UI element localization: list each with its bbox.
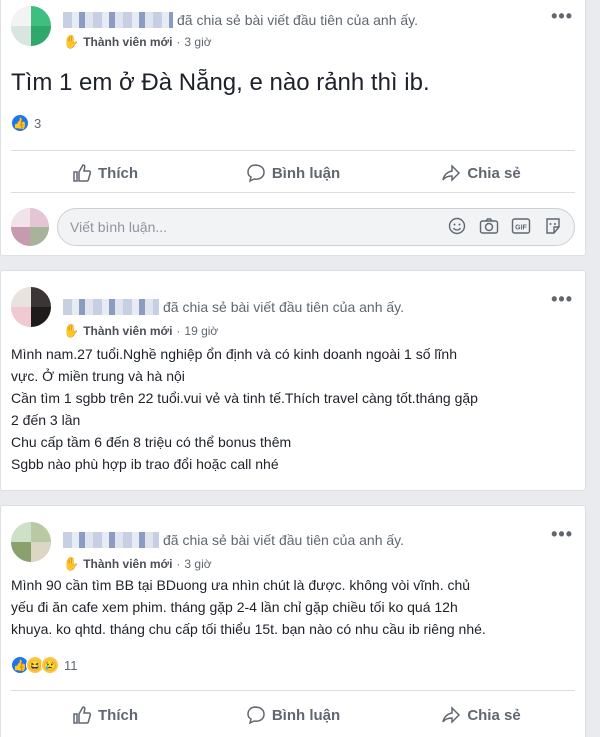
- avatar[interactable]: [11, 208, 49, 246]
- post-text-line: 2 đến 3 lần: [11, 412, 81, 428]
- meta-line: ✋ Thành viên mới · 19 giờ: [63, 323, 218, 339]
- like-label: Thích: [98, 164, 138, 182]
- shared-text: đã chia sẻ bài viết đầu tiên của anh ấy.: [177, 12, 419, 28]
- like-icon: [73, 164, 92, 182]
- meta-line: ✋ Thành viên mới · 3 giờ: [63, 34, 212, 50]
- hand-wave-icon: ✋: [63, 323, 80, 338]
- svg-text:GIF: GIF: [515, 225, 527, 232]
- gif-icon[interactable]: GIF: [511, 216, 531, 236]
- more-icon[interactable]: •••: [551, 289, 573, 310]
- post-text-line: Mình nam.27 tuổi.Nghề nghiệp ổn định và …: [11, 346, 457, 362]
- more-icon[interactable]: •••: [551, 524, 573, 545]
- comment-icon: [247, 164, 265, 183]
- share-button[interactable]: Chia sẻ: [387, 156, 575, 190]
- author-line: đã chia sẻ bài viết đầu tiên của anh ấy.: [63, 299, 404, 315]
- sticker-icon[interactable]: [543, 216, 563, 236]
- post-card-1: đã chia sẻ bài viết đầu tiên của anh ấy.…: [0, 0, 586, 256]
- action-bar: Thích Bình luận Chia sẻ: [11, 156, 575, 190]
- post-header: đã chia sẻ bài viết đầu tiên của anh ấy.…: [11, 516, 575, 571]
- comment-label: Bình luận: [271, 164, 341, 182]
- post-text-line: Cần tìm 1 sgbb trên 22 tuổi.vui vẻ và ti…: [11, 390, 478, 406]
- reaction-count: 3: [34, 115, 42, 131]
- post-card-2: đã chia sẻ bài viết đầu tiên của anh ấy.…: [0, 270, 586, 491]
- post-header: đã chia sẻ bài viết đầu tiên của anh ấy.…: [11, 281, 575, 338]
- divider: [11, 150, 575, 151]
- comment-label: Bình luận: [271, 706, 341, 724]
- member-badge[interactable]: Thành viên mới: [83, 557, 172, 571]
- post-text-line: Sgbb nào phù hợp ib trao đổi hoặc call n…: [11, 456, 279, 472]
- shared-text: đã chia sẻ bài viết đầu tiên của anh ấy.: [163, 532, 405, 548]
- post-text-line: khuya. ko qhtd. tháng chu cấp tối thiểu …: [11, 621, 486, 637]
- action-bar: Thích Bình luận Chia sẻ: [11, 698, 575, 732]
- divider: [11, 690, 575, 691]
- more-icon[interactable]: •••: [551, 6, 573, 27]
- like-reaction-icon: 👍: [11, 114, 29, 132]
- author-line: đã chia sẻ bài viết đầu tiên của anh ấy.: [63, 12, 418, 28]
- post-time[interactable]: 3 giờ: [184, 557, 211, 571]
- reactions-bar[interactable]: 👍 3: [11, 114, 41, 132]
- like-button[interactable]: Thích: [11, 698, 199, 732]
- separator: ·: [176, 557, 181, 571]
- like-label: Thích: [98, 706, 138, 724]
- share-label: Chia sẻ: [467, 164, 521, 182]
- post-text-line: Chu cấp tầm 6 đến 8 triệu có thể bonus t…: [11, 434, 292, 450]
- share-button[interactable]: Chia sẻ: [387, 698, 575, 732]
- post-time[interactable]: 3 giờ: [184, 35, 211, 49]
- post-text-line: Mình 90 cần tìm BB tại BDuong ưa nhìn ch…: [11, 577, 471, 593]
- emoji-icon[interactable]: [447, 216, 467, 236]
- reaction-count: 11: [64, 657, 78, 673]
- post-text-line: yếu đi ăn cafe xem phim. tháng gặp 2-4 l…: [11, 599, 458, 615]
- hand-wave-icon: ✋: [63, 34, 80, 49]
- separator: ·: [176, 35, 181, 49]
- author-name[interactable]: [63, 299, 159, 315]
- share-icon: [442, 706, 461, 724]
- divider: [11, 192, 575, 193]
- hand-wave-icon: ✋: [63, 556, 80, 571]
- post-text: Mình nam.27 tuổi.Nghề nghiệp ổn định và …: [11, 343, 575, 475]
- camera-icon[interactable]: [479, 216, 499, 236]
- avatar[interactable]: [11, 522, 51, 562]
- post-text: Tìm 1 em ở Đà Nẵng, e nào rảnh thì ib.: [11, 69, 430, 96]
- post-text: Mình 90 cần tìm BB tại BDuong ưa nhìn ch…: [11, 574, 575, 640]
- sad-reaction-icon: 😢: [41, 656, 59, 674]
- avatar[interactable]: [11, 287, 51, 327]
- comment-icon: [247, 706, 265, 725]
- separator: ·: [176, 324, 181, 338]
- member-badge[interactable]: Thành viên mới: [83, 324, 172, 338]
- composer-icons: GIF: [447, 216, 563, 236]
- avatar[interactable]: [11, 6, 51, 46]
- comment-button[interactable]: Bình luận: [199, 698, 387, 732]
- like-button[interactable]: Thích: [11, 156, 199, 190]
- comment-composer: Viết bình luận... GIF: [11, 206, 575, 248]
- post-time[interactable]: 19 giờ: [184, 324, 218, 338]
- author-name[interactable]: [63, 12, 173, 28]
- post-header: đã chia sẻ bài viết đầu tiên của anh ấy.…: [11, 6, 575, 54]
- member-badge[interactable]: Thành viên mới: [83, 35, 172, 49]
- post-card-3: đã chia sẻ bài viết đầu tiên của anh ấy.…: [0, 505, 586, 737]
- author-line: đã chia sẻ bài viết đầu tiên của anh ấy.: [63, 532, 404, 548]
- reactions-bar[interactable]: 👍 😆 😢 11: [11, 656, 78, 674]
- comment-placeholder: Viết bình luận...: [70, 219, 168, 235]
- share-icon: [442, 164, 461, 182]
- share-label: Chia sẻ: [467, 706, 521, 724]
- post-text-line: vực. Ở miền trung và hà nội: [11, 368, 185, 384]
- shared-text: đã chia sẻ bài viết đầu tiên của anh ấy.: [163, 299, 405, 315]
- meta-line: ✋ Thành viên mới · 3 giờ: [63, 556, 212, 572]
- comment-button[interactable]: Bình luận: [199, 156, 387, 190]
- like-icon: [73, 706, 92, 724]
- author-name[interactable]: [63, 532, 159, 548]
